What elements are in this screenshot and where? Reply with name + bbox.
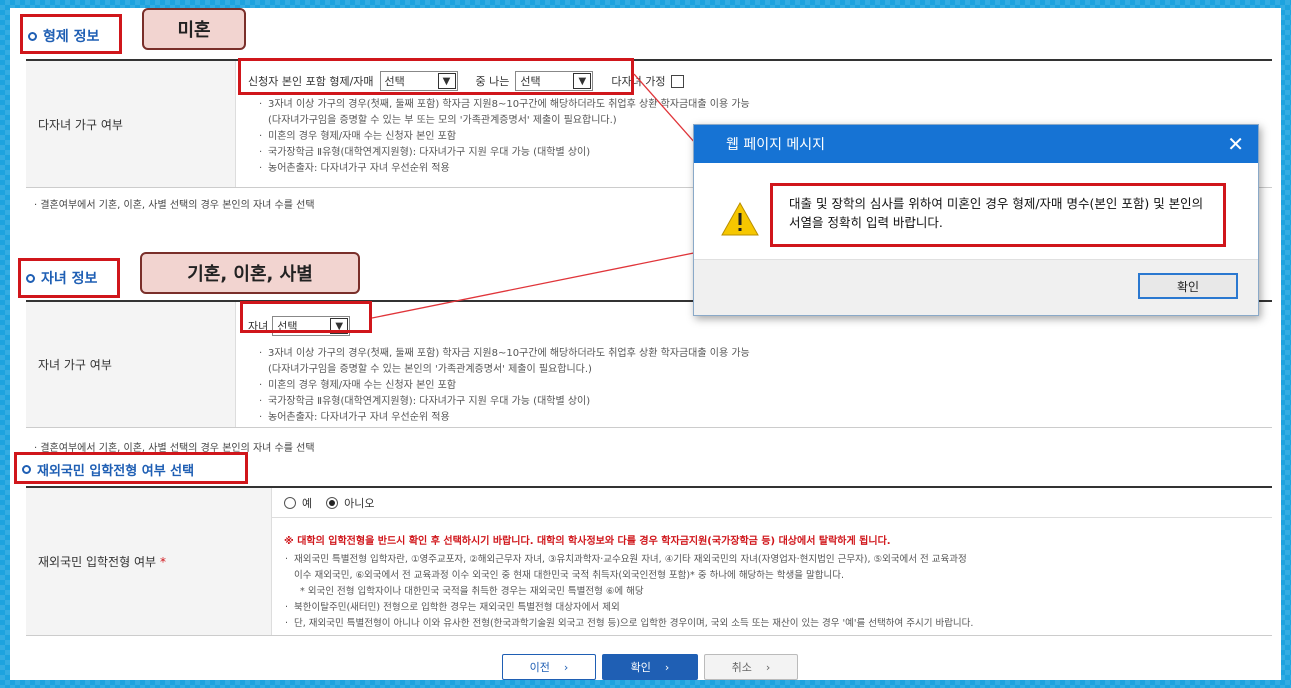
dialog-title: 웹 페이지 메시지 — [726, 137, 826, 153]
ok-button-label: 확인 — [1176, 279, 1200, 294]
warning-icon — [720, 201, 760, 240]
dialog-message: 대출 및 장학의 심사를 위하여 미혼인 경우 형제/자매 명수(본인 포함) … — [770, 183, 1226, 247]
dialog-titlebar: 웹 페이지 메시지 ✕ — [694, 125, 1258, 163]
ok-button[interactable]: 확인 — [1138, 273, 1238, 299]
annotation-arrows — [371, 73, 761, 319]
dialog-message-text: 대출 및 장학의 심사를 위하여 미혼인 경우 형제/자매 명수(본인 포함) … — [789, 196, 1204, 230]
dialog-footer: 확인 — [694, 259, 1258, 315]
page: 형제 정보 미혼 다자녀 가구 여부 신청자 본인 포함 형제/자매 선택 ▼ … — [10, 8, 1281, 680]
close-icon[interactable]: ✕ — [1227, 132, 1244, 156]
message-dialog: 웹 페이지 메시지 ✕ 대출 및 장학의 심사를 위하여 미혼인 경우 형제/자… — [693, 124, 1259, 316]
